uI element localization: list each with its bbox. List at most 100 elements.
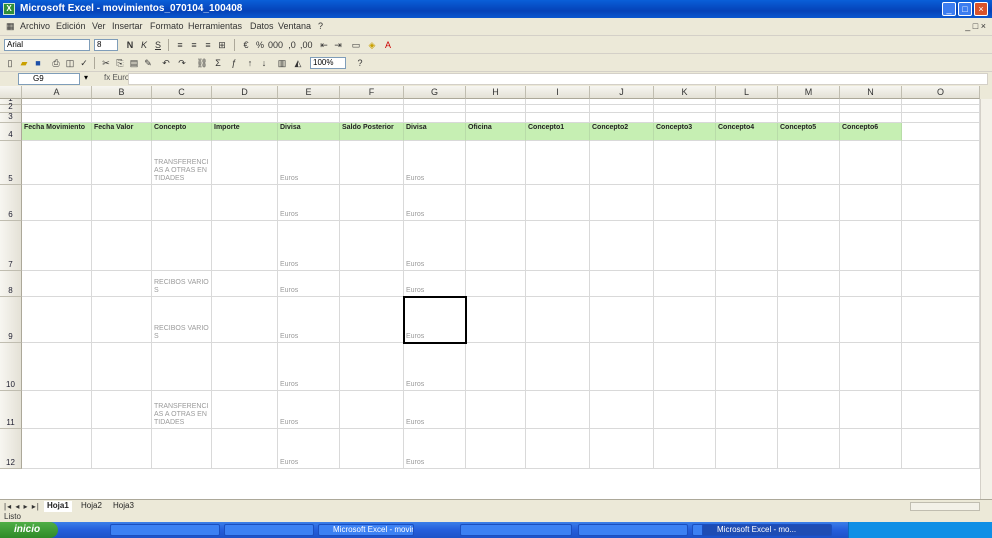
table-cell[interactable] [590, 141, 654, 185]
table-cell[interactable] [526, 221, 590, 271]
table-cell[interactable] [212, 105, 278, 113]
column-title-cell[interactable]: Concepto1 [526, 123, 590, 141]
table-cell[interactable] [212, 297, 278, 343]
select-all-corner[interactable] [0, 86, 22, 99]
table-cell[interactable] [466, 141, 526, 185]
taskbar-item[interactable] [578, 524, 688, 536]
table-cell[interactable] [654, 105, 716, 113]
taskbar-item[interactable] [460, 524, 572, 536]
table-cell[interactable]: Euros [404, 271, 466, 297]
table-cell[interactable] [840, 343, 902, 391]
table-cell[interactable] [152, 221, 212, 271]
table-cell[interactable]: Euros [404, 185, 466, 221]
table-cell[interactable] [526, 429, 590, 469]
table-cell[interactable] [22, 185, 92, 221]
column-header[interactable]: B [92, 86, 152, 99]
row-header[interactable]: 7 [0, 221, 22, 271]
column-title-cell[interactable]: Oficina [466, 123, 526, 141]
table-cell[interactable] [92, 185, 152, 221]
cut-icon[interactable]: ✂ [100, 57, 112, 69]
table-cell[interactable]: TRANSFERENCIAS A OTRAS ENTIDADES [152, 141, 212, 185]
column-title-cell[interactable]: Divisa [278, 123, 340, 141]
chart-wizard-icon[interactable]: ▥ [276, 57, 288, 69]
print-icon[interactable]: ⎙ [50, 57, 62, 69]
table-cell[interactable] [778, 429, 840, 469]
align-right-icon[interactable]: ≡ [202, 39, 214, 51]
table-cell[interactable] [654, 221, 716, 271]
table-cell[interactable] [466, 113, 526, 123]
name-box[interactable]: G9 [18, 73, 80, 85]
font-color-icon[interactable]: A [382, 39, 394, 51]
table-cell[interactable] [716, 429, 778, 469]
table-cell[interactable] [778, 113, 840, 123]
table-cell[interactable]: Euros [278, 429, 340, 469]
column-header[interactable]: M [778, 86, 840, 99]
table-cell[interactable] [340, 105, 404, 113]
table-cell[interactable] [716, 343, 778, 391]
column-header[interactable]: J [590, 86, 654, 99]
workbook-window-controls[interactable]: _ □ × [965, 21, 986, 31]
tab-hoja3[interactable]: Hoja3 [110, 501, 137, 512]
copy-icon[interactable]: ⎘ [114, 57, 126, 69]
table-cell[interactable] [22, 141, 92, 185]
table-cell[interactable] [22, 113, 92, 123]
table-cell[interactable] [902, 185, 980, 221]
table-cell[interactable]: RECIBOS VARIOS [152, 271, 212, 297]
table-cell[interactable] [340, 271, 404, 297]
table-cell[interactable] [716, 105, 778, 113]
column-header[interactable]: D [212, 86, 278, 99]
column-header[interactable]: A [22, 86, 92, 99]
table-cell[interactable] [404, 113, 466, 123]
table-cell[interactable] [778, 297, 840, 343]
table-cell[interactable] [902, 271, 980, 297]
table-cell[interactable] [466, 105, 526, 113]
function-icon[interactable]: ƒ [228, 57, 240, 69]
sort-descending-icon[interactable]: ↓ [258, 57, 270, 69]
menu-edicion[interactable]: Edición [56, 21, 86, 31]
column-header[interactable]: O [902, 86, 980, 99]
table-cell[interactable] [22, 429, 92, 469]
table-cell[interactable] [22, 271, 92, 297]
column-header[interactable]: C [152, 86, 212, 99]
table-cell[interactable] [212, 113, 278, 123]
table-cell[interactable] [22, 343, 92, 391]
table-cell[interactable] [526, 391, 590, 429]
table-cell[interactable]: TRANSFERENCIAS A OTRAS ENTIDADES [152, 391, 212, 429]
table-cell[interactable] [340, 141, 404, 185]
row-header[interactable]: 12 [0, 429, 22, 469]
table-cell[interactable] [590, 429, 654, 469]
column-header[interactable]: H [466, 86, 526, 99]
table-cell[interactable] [152, 105, 212, 113]
table-cell[interactable] [778, 221, 840, 271]
sheet-icon[interactable]: ▦ [6, 21, 15, 32]
menu-ver[interactable]: Ver [92, 21, 106, 31]
underline-icon[interactable]: S [152, 39, 164, 51]
table-cell[interactable] [590, 105, 654, 113]
table-cell[interactable]: Euros [278, 343, 340, 391]
minimize-button[interactable]: _ [942, 2, 956, 16]
menu-herramientas[interactable]: Herramientas [188, 21, 242, 31]
table-cell[interactable] [778, 343, 840, 391]
table-cell[interactable] [654, 429, 716, 469]
open-icon[interactable]: ▰ [18, 57, 30, 69]
column-title-cell[interactable]: Fecha Movimiento [22, 123, 92, 141]
table-cell[interactable]: Euros [278, 391, 340, 429]
table-cell[interactable] [902, 221, 980, 271]
column-header[interactable]: K [654, 86, 716, 99]
taskbar-item[interactable] [110, 524, 220, 536]
column-header[interactable]: L [716, 86, 778, 99]
percent-icon[interactable]: % [254, 39, 266, 51]
column-header[interactable]: I [526, 86, 590, 99]
decrease-indent-icon[interactable]: ⇤ [318, 39, 330, 51]
table-cell[interactable] [654, 297, 716, 343]
table-cell[interactable] [466, 271, 526, 297]
start-button[interactable]: inicio [0, 522, 58, 538]
table-cell[interactable] [152, 185, 212, 221]
row-header[interactable]: 10 [0, 343, 22, 391]
table-cell[interactable] [716, 221, 778, 271]
table-cell[interactable] [654, 271, 716, 297]
table-cell[interactable] [840, 391, 902, 429]
table-cell[interactable] [716, 185, 778, 221]
column-title-cell[interactable]: Concepto4 [716, 123, 778, 141]
table-cell[interactable] [92, 429, 152, 469]
